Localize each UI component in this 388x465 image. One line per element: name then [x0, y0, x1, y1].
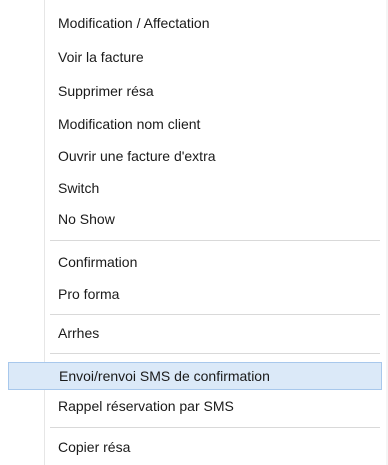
- menu-item-supprimer-resa[interactable]: Supprimer résa: [50, 81, 388, 101]
- menu-item-confirmation[interactable]: Confirmation: [50, 252, 388, 272]
- menu-item-switch[interactable]: Switch: [50, 178, 388, 198]
- menu-icon-gutter-divider: [44, 0, 45, 465]
- menu-item-rappel-reservation-sms[interactable]: Rappel réservation par SMS: [50, 396, 388, 416]
- menu-item-no-show[interactable]: No Show: [50, 209, 388, 229]
- menu-item-copier-resa[interactable]: Copier résa: [50, 437, 388, 457]
- menu-item-modification-affectation[interactable]: Modification / Affectation: [50, 13, 388, 33]
- menu-separator: [50, 240, 380, 241]
- menu-item-modification-nom-client[interactable]: Modification nom client: [50, 114, 388, 134]
- menu-item-pro-forma[interactable]: Pro forma: [50, 284, 388, 304]
- context-menu: Modification / Affectation Voir la factu…: [0, 0, 388, 465]
- menu-item-arrhes[interactable]: Arrhes: [50, 323, 388, 343]
- menu-separator: [50, 353, 380, 354]
- menu-item-ouvrir-facture-extra[interactable]: Ouvrir une facture d'extra: [50, 146, 388, 166]
- menu-separator: [50, 427, 380, 428]
- menu-item-voir-la-facture[interactable]: Voir la facture: [50, 47, 388, 67]
- menu-item-envoi-sms-confirmation[interactable]: Envoi/renvoi SMS de confirmation: [8, 362, 382, 390]
- menu-separator: [50, 314, 380, 315]
